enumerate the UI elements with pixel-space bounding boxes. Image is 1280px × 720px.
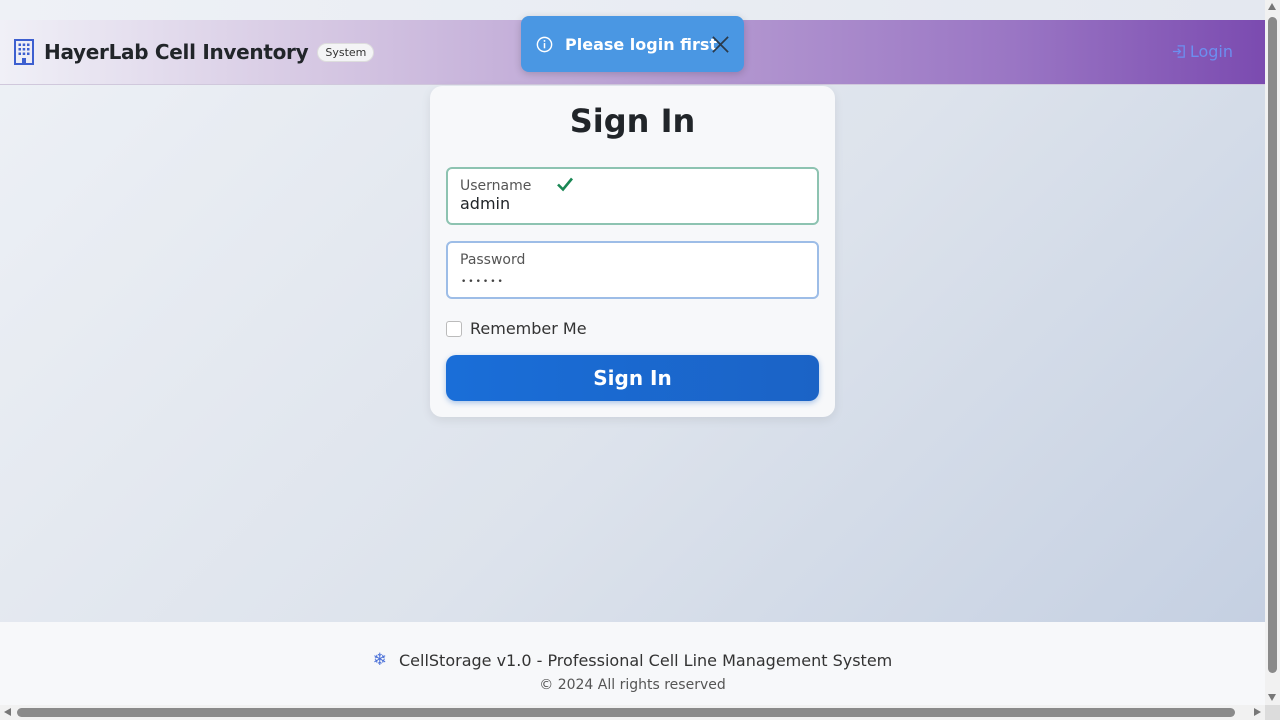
- copyright: © 2024 All rights reserved: [539, 677, 726, 693]
- password-input[interactable]: ••••••: [461, 277, 505, 285]
- username-label: Username: [460, 178, 532, 194]
- horizontal-scrollbar[interactable]: [0, 705, 1265, 720]
- password-field[interactable]: Password ••••••: [446, 241, 819, 299]
- scroll-up-arrow-icon[interactable]: [1268, 3, 1276, 10]
- password-label: Password: [460, 252, 526, 268]
- sign-in-icon: [1172, 45, 1185, 58]
- scroll-down-arrow-icon[interactable]: [1268, 694, 1276, 701]
- remember-me[interactable]: Remember Me: [446, 319, 587, 338]
- vertical-scrollbar[interactable]: [1265, 0, 1280, 705]
- login-link-label: Login: [1189, 42, 1233, 61]
- login-link[interactable]: Login: [1172, 42, 1233, 61]
- app-title: HayerLab Cell Inventory: [44, 40, 309, 64]
- vertical-scroll-thumb[interactable]: [1268, 17, 1277, 673]
- horizontal-scroll-thumb[interactable]: [17, 708, 1235, 717]
- sign-in-button[interactable]: Sign In: [446, 355, 819, 401]
- login-card: Sign In Username admin Password •••••• R…: [430, 86, 835, 417]
- footer-text: CellStorage v1.0 - Professional Cell Lin…: [398, 650, 893, 670]
- footer: ❄ CellStorage v1.0 - Professional Cell L…: [0, 622, 1265, 705]
- username-field[interactable]: Username admin: [446, 167, 819, 225]
- remember-me-label[interactable]: Remember Me: [470, 319, 587, 338]
- brand[interactable]: HayerLab Cell Inventory System: [14, 39, 375, 65]
- browser-viewport: HayerLab Cell Inventory System Login Ple…: [0, 0, 1265, 705]
- footer-info: ❄ CellStorage v1.0 - Professional Cell L…: [0, 650, 1265, 670]
- close-icon[interactable]: [711, 35, 730, 54]
- scroll-left-arrow-icon[interactable]: [4, 708, 11, 716]
- check-icon: [557, 177, 574, 192]
- system-badge: System: [317, 42, 375, 62]
- scrollbar-corner: [1265, 705, 1280, 720]
- login-title: Sign In: [569, 102, 696, 140]
- toast-notification: Please login first: [521, 16, 744, 72]
- toast-message: Please login first: [565, 34, 718, 54]
- building-icon: [14, 39, 34, 65]
- remember-me-checkbox[interactable]: [446, 320, 462, 337]
- snowflake-icon: ❄: [372, 650, 387, 670]
- info-circle-icon: [536, 36, 553, 52]
- scroll-right-arrow-icon[interactable]: [1254, 708, 1261, 716]
- username-input[interactable]: admin: [460, 194, 510, 213]
